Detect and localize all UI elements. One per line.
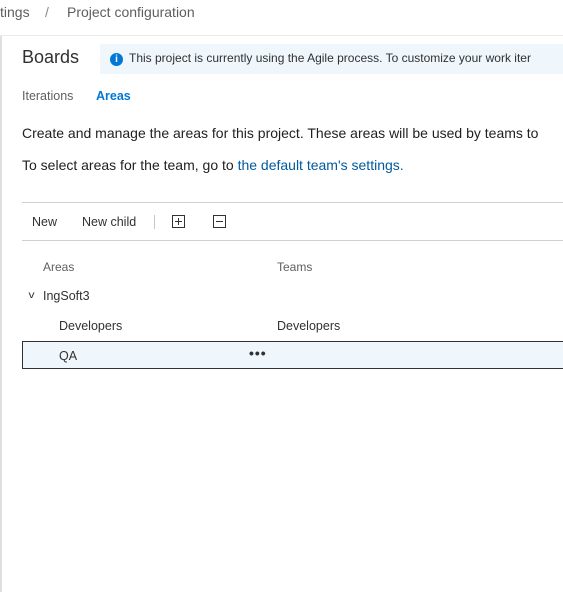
page-title: Boards xyxy=(22,47,80,67)
banner-text: This project is currently using the Agil… xyxy=(129,51,531,65)
toolbar-top-divider xyxy=(22,202,563,203)
expand-all-icon[interactable] xyxy=(172,215,185,228)
area-developers[interactable]: Developers xyxy=(59,319,122,333)
selected-table-row[interactable] xyxy=(22,341,563,369)
toolbar-separator xyxy=(154,215,155,229)
description-text: Create and manage the areas for this pro… xyxy=(22,125,539,141)
collapse-all-icon[interactable] xyxy=(213,215,226,228)
toolbar-bottom-divider xyxy=(22,240,563,241)
more-options-icon[interactable]: ••• xyxy=(249,345,267,361)
team-developers: Developers xyxy=(277,319,341,333)
default-team-settings-link[interactable]: the default team's settings. xyxy=(238,157,404,173)
top-bar: tings / Project configuration xyxy=(0,0,563,36)
breadcrumb-settings[interactable]: tings xyxy=(0,4,30,20)
breadcrumb-separator: / xyxy=(45,4,49,20)
area-qa[interactable]: QA xyxy=(59,349,77,363)
left-border xyxy=(0,36,2,592)
column-header-teams: Teams xyxy=(277,260,313,274)
column-header-areas: Areas xyxy=(43,260,75,274)
tab-iterations[interactable]: Iterations xyxy=(22,89,73,103)
tab-areas[interactable]: Areas xyxy=(96,89,131,103)
chevron-down-icon[interactable]: v xyxy=(29,290,35,301)
new-button[interactable]: New xyxy=(32,215,57,229)
new-child-button[interactable]: New child xyxy=(82,215,136,229)
info-icon: i xyxy=(110,53,123,66)
hint-prefix: To select areas for the team, go to xyxy=(22,157,238,173)
info-banner: i This project is currently using the Ag… xyxy=(100,44,563,74)
tree-root-ingsoft3[interactable]: IngSoft3 xyxy=(43,289,90,303)
team-settings-hint: To select areas for the team, go to the … xyxy=(22,157,404,173)
breadcrumb-current[interactable]: Project configuration xyxy=(67,4,195,20)
